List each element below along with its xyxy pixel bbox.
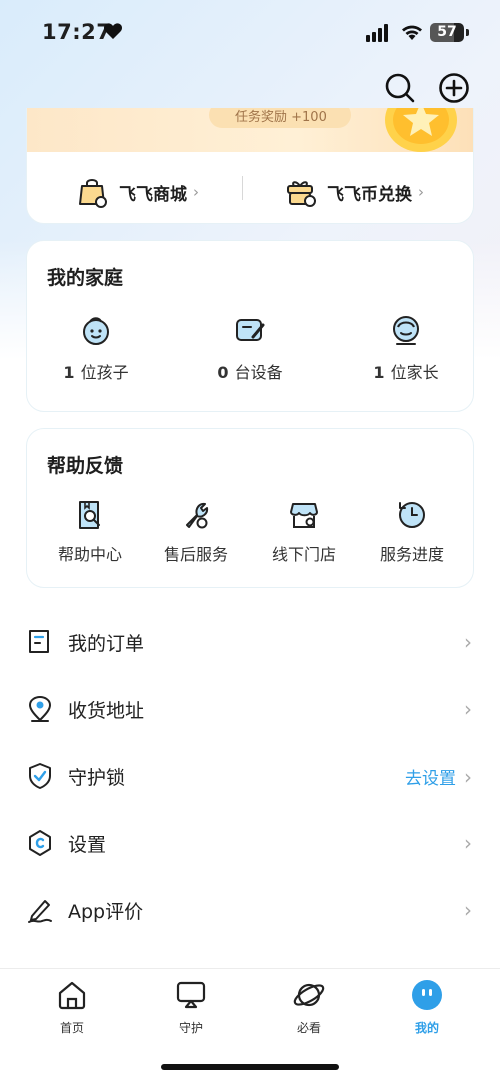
tablet-device-icon (236, 319, 265, 341)
status-bar: 17:27 57 (0, 0, 500, 66)
progress-clock-icon (399, 502, 425, 528)
service-progress-label: 服务进度 (379, 545, 444, 564)
menu-settings[interactable]: 设置 › (26, 815, 474, 871)
help-center[interactable]: 帮助中心 (35, 499, 145, 565)
service-progress[interactable]: 服务进度 (357, 499, 467, 565)
menu-app-review[interactable]: App评价 › (26, 882, 474, 938)
tab-label: 首页 (59, 1021, 84, 1035)
settings-hex-icon (29, 830, 51, 856)
family-title: 我的家庭 (47, 267, 124, 289)
chevron-right-icon: › (418, 183, 424, 201)
offline-stores-label: 线下门店 (271, 545, 336, 564)
status-time: 17:27 (42, 20, 112, 44)
devices-label: 台设备 (234, 363, 283, 382)
parent-face-icon (393, 316, 419, 345)
home-icon (58, 981, 86, 1010)
family-children[interactable]: 1 位孩子 (31, 313, 161, 383)
help-book-icon (79, 501, 100, 529)
chevron-right-icon: › (464, 764, 472, 789)
shield-icon (29, 763, 51, 789)
battery-level: 57 (437, 24, 457, 40)
wrench-icon (186, 502, 209, 529)
menu-label: 我的订单 (68, 632, 145, 655)
help-center-label: 帮助中心 (57, 545, 122, 564)
family-card: 我的家庭 1 位孩子 0 台设备 1 位家长 (26, 240, 474, 412)
store-icon (290, 503, 318, 528)
tab-guard[interactable]: 守护 (146, 979, 236, 1036)
reward-pill: 任务奖励 +100 (209, 108, 351, 128)
home-indicator (161, 1064, 339, 1070)
after-sales-label: 售后服务 (163, 545, 228, 564)
chevron-right-icon: › (464, 630, 472, 654)
tab-home[interactable]: 首页 (27, 979, 117, 1036)
pen-icon (28, 900, 52, 923)
battery-tip (466, 29, 469, 36)
location-icon (28, 695, 52, 722)
help-card: 帮助反馈 帮助中心 售后服务 线下门店 服务进度 (26, 428, 474, 588)
menu-guard-lock[interactable]: 守护锁 去设置 › (26, 748, 474, 804)
bag-icon (79, 179, 107, 208)
menu-my-orders[interactable]: 我的订单 › (26, 614, 474, 670)
chevron-right-icon: › (464, 831, 472, 855)
menu-shipping-address[interactable]: 收货地址 › (26, 681, 474, 737)
coin-exchange-label: 飞飞币兑换 (327, 184, 412, 205)
tab-label: 必看 (296, 1021, 321, 1035)
reward-banner[interactable]: 任务奖励 +100 (27, 108, 473, 152)
family-parents[interactable]: 1 位家长 (341, 313, 471, 383)
menu-label: App评价 (68, 900, 144, 923)
order-icon (29, 630, 49, 653)
tab-mine[interactable]: 我的 (382, 979, 472, 1036)
tab-label: 我的 (414, 1021, 439, 1035)
help-title: 帮助反馈 (47, 455, 124, 477)
children-label: 位孩子 (80, 363, 129, 382)
wifi-icon (402, 25, 422, 40)
guard-screen-icon (176, 981, 206, 1009)
children-count: 1 (63, 363, 75, 382)
tab-label: 守护 (178, 1021, 203, 1035)
menu-label: 收货地址 (68, 699, 145, 722)
go-setup-link[interactable]: 去设置 (405, 764, 456, 789)
heart-icon (103, 23, 123, 39)
parents-label: 位家长 (390, 363, 439, 382)
after-sales-service[interactable]: 售后服务 (141, 499, 251, 565)
tab-must-see[interactable]: 必看 (264, 979, 354, 1036)
coin-exchange-link[interactable]: 飞飞币兑换 › (285, 172, 424, 212)
search-icon[interactable] (384, 72, 416, 104)
shop-mall-label: 飞飞商城 (119, 184, 187, 205)
menu-label: 设置 (68, 833, 107, 856)
planet-icon (293, 983, 325, 1007)
offline-stores[interactable]: 线下门店 (249, 499, 359, 565)
profile-face-icon (412, 980, 442, 1010)
shop-mall-link[interactable]: 飞飞商城 › (77, 172, 199, 212)
chevron-right-icon: › (464, 697, 472, 721)
chevron-right-icon: › (464, 898, 472, 922)
devices-count: 0 (217, 363, 229, 382)
battery-indicator: 57 (430, 23, 464, 42)
parents-count: 1 (373, 363, 385, 382)
chevron-right-icon: › (193, 183, 199, 201)
gift-exchange-icon (287, 181, 316, 207)
menu-label: 守护锁 (68, 766, 126, 789)
shop-card: 任务奖励 +100 飞飞商城 › 飞飞币兑换 › (26, 108, 474, 224)
child-face-icon (83, 317, 109, 345)
add-circle-icon[interactable] (438, 72, 470, 104)
cellular-signal-icon (366, 24, 388, 42)
coin-illustration-icon (385, 108, 457, 152)
reward-text: 任务奖励 +100 (235, 110, 327, 125)
family-devices[interactable]: 0 台设备 (185, 313, 315, 383)
divider (242, 176, 243, 200)
